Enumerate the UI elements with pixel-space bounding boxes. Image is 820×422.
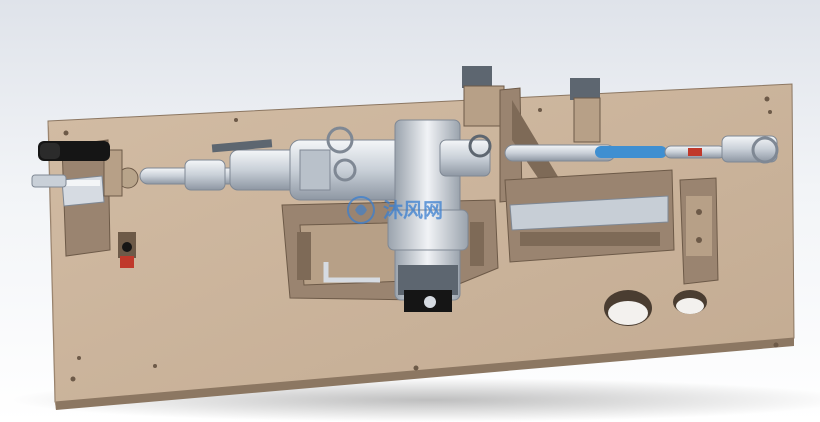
small-knob[interactable] <box>118 232 136 268</box>
black-handle-grip[interactable] <box>38 141 110 161</box>
watermark-text: 沐风网 <box>383 198 443 222</box>
right-end-bracket <box>679 177 719 285</box>
watermark: 沐风网 <box>347 196 443 224</box>
